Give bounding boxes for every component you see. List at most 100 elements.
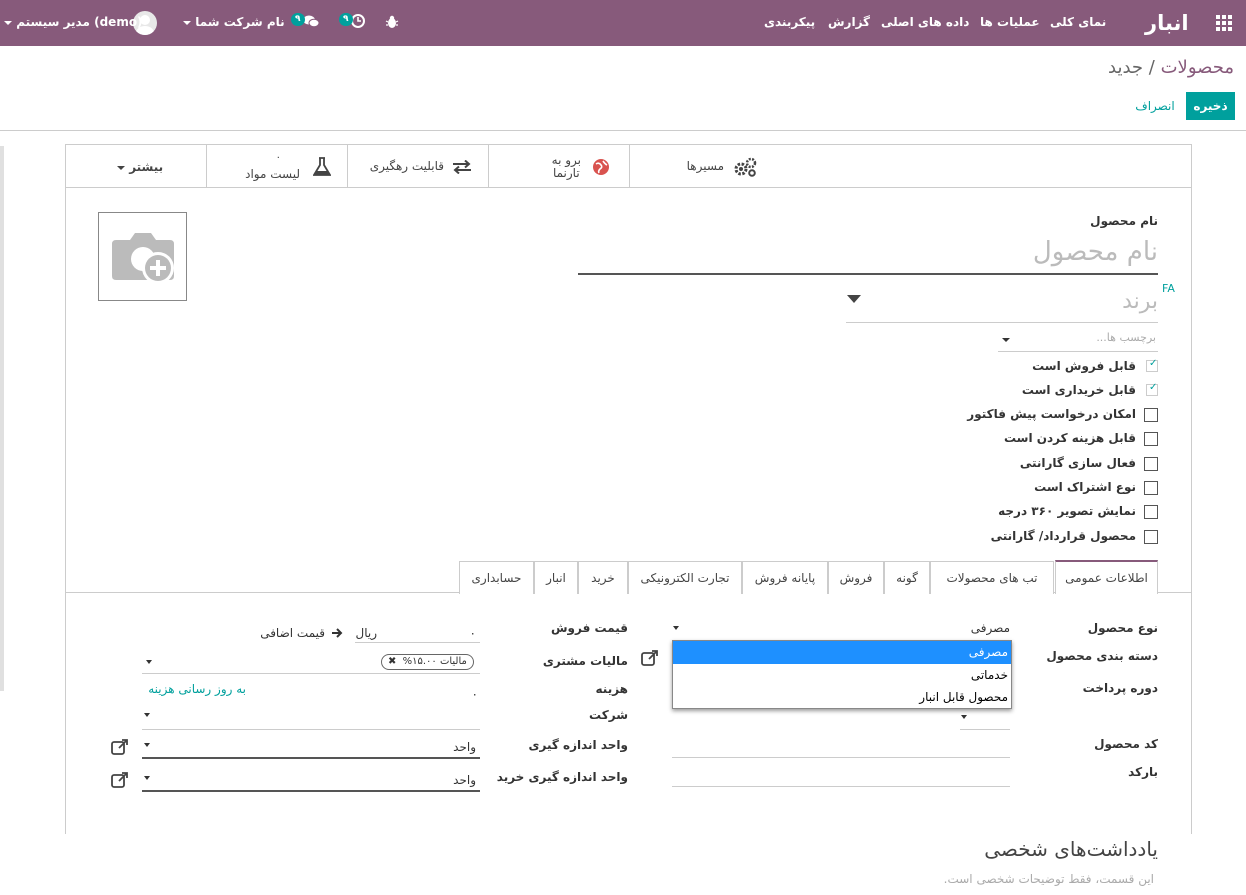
apps-icon[interactable]	[1216, 15, 1232, 31]
product-type-label: نوع محصول	[1087, 621, 1158, 635]
activity-badge: ۹	[339, 13, 353, 26]
external-link-icon[interactable]	[641, 650, 659, 666]
checkbox-purchase-ok[interactable]	[1146, 382, 1158, 396]
more-label: بیشتر	[129, 160, 164, 174]
menu-configuration[interactable]: پیکربندی	[764, 0, 815, 46]
tab-purchase[interactable]: خرید	[578, 561, 628, 594]
tab-inventory[interactable]: انبار	[534, 561, 578, 594]
taxes-underline	[142, 673, 480, 674]
checkbox-subscription[interactable]	[1144, 481, 1158, 495]
more-button[interactable]: بیشتر	[66, 145, 206, 188]
tab-variants[interactable]: گونه	[884, 561, 930, 594]
purchase-uom-value[interactable]: واحد	[453, 773, 476, 787]
uom-dropdown-icon[interactable]	[144, 743, 150, 747]
category-label: دسته بندی محصول	[1046, 649, 1158, 663]
purchase-uom-dropdown-icon[interactable]	[144, 776, 150, 780]
uom-value[interactable]: واحد	[453, 740, 476, 754]
menu-operations[interactable]: عملیات ها	[980, 0, 1040, 46]
tax-tag[interactable]: مالیات ۱۵.۰۰% ✖	[381, 654, 474, 670]
user-menu[interactable]: مدیر سیستم (demo)	[4, 0, 143, 46]
scroll-edge	[0, 146, 4, 691]
company-select[interactable]	[142, 729, 480, 730]
product-image[interactable]	[98, 212, 187, 301]
brand-dropdown-icon[interactable]	[847, 295, 861, 303]
update-cost-link[interactable]: به روز رسانی هزینه	[148, 682, 246, 696]
product-name-input[interactable]: نام محصول	[578, 234, 1158, 274]
taxes-dropdown-icon[interactable]	[146, 660, 152, 664]
tags-underline	[998, 351, 1158, 352]
tags-input[interactable]: برچسب ها...	[998, 331, 1156, 349]
checkbox-label-quotation: امکان درخواست پیش فاکتور	[967, 407, 1136, 421]
product-type-value[interactable]: مصرفی	[971, 621, 1010, 635]
menu-overview[interactable]: نمای کلی	[1050, 0, 1106, 46]
brand-underline	[846, 322, 1158, 323]
checkbox-360-image[interactable]	[1144, 505, 1158, 519]
tab-pos[interactable]: پایانه فروش	[742, 561, 828, 594]
sale-price-value[interactable]: ۰	[470, 626, 476, 640]
checkbox-label-purchase-ok: قابل خریداری است	[1021, 383, 1136, 397]
brand-select[interactable]: برند	[846, 285, 1158, 321]
option-consumable[interactable]: مصرفی	[673, 641, 1011, 664]
globe-icon	[592, 158, 610, 176]
discard-button[interactable]: انصراف	[1130, 92, 1180, 120]
company-switcher[interactable]: نام شرکت شما	[183, 0, 285, 46]
company-label: شرکت	[589, 708, 628, 722]
save-button[interactable]: ذخیره	[1186, 92, 1235, 120]
website-button[interactable]: برو به تارنما	[488, 145, 629, 188]
payment-term-dropdown-icon[interactable]	[961, 715, 967, 719]
barcode-label: بارکد	[1128, 765, 1158, 779]
tab-ecommerce[interactable]: تجارت الکترونیکی	[628, 561, 742, 594]
tab-product-tabs[interactable]: تب های محصولات	[930, 561, 1054, 594]
company-name: نام شرکت شما	[195, 15, 285, 29]
routes-label: مسیرها	[686, 159, 724, 173]
payment-term-label: دوره پرداخت	[1082, 681, 1158, 695]
app-brand[interactable]: انبار	[1145, 0, 1189, 46]
arrow-right-icon	[331, 627, 343, 639]
bom-button[interactable]: ۰ لیست مواد	[206, 145, 347, 188]
breadcrumb-parent[interactable]: محصولات	[1161, 57, 1234, 78]
product-code-input[interactable]	[672, 757, 1010, 758]
option-storable[interactable]: محصول قابل انبار	[673, 686, 1011, 709]
checkbox-sale-ok[interactable]	[1146, 358, 1158, 372]
bom-count: ۰	[275, 152, 281, 163]
checkbox-contract[interactable]	[1144, 530, 1158, 544]
tab-general-info[interactable]: اطلاعات عمومی	[1055, 560, 1158, 594]
notes-title: یادداشت‌های شخصی	[984, 837, 1158, 861]
currency-label: ریال	[355, 626, 377, 640]
external-link-icon[interactable]	[111, 772, 129, 788]
top-navbar: انبار نمای کلی عملیات ها داده های اصلی گ…	[0, 0, 1246, 46]
product-name-underline	[578, 273, 1158, 275]
stat-button-bar: برو به تارنما قابلیت رهگیری ۰ لیست مواد …	[66, 145, 1191, 188]
checkbox-expensable[interactable]	[1144, 432, 1158, 446]
bug-icon[interactable]	[385, 15, 399, 29]
exchange-icon	[451, 159, 473, 175]
option-service[interactable]: خدماتی	[673, 664, 1011, 687]
user-name: مدیر سیستم (demo)	[16, 15, 143, 29]
routes-button[interactable]: مسیرها	[629, 145, 770, 188]
barcode-input[interactable]	[672, 786, 1010, 787]
language-toggle[interactable]: FA	[1162, 282, 1175, 295]
external-link-icon[interactable]	[111, 739, 129, 755]
close-icon[interactable]: ✖	[388, 656, 396, 667]
cost-value[interactable]: ۰	[472, 687, 478, 701]
uom-underline	[142, 757, 480, 759]
product-type-dropdown-icon[interactable]	[673, 626, 679, 630]
extra-price-button[interactable]: قیمت اضافی	[260, 626, 325, 640]
purchase-uom-label: واحد اندازه گیری خرید	[496, 770, 628, 784]
company-dropdown-icon[interactable]	[144, 713, 150, 717]
tab-sales[interactable]: فروش	[828, 561, 884, 594]
sale-price-label: قیمت فروش	[550, 621, 628, 635]
camera-plus-icon	[112, 233, 174, 284]
checkbox-warranty[interactable]	[1144, 457, 1158, 471]
traceability-button[interactable]: قابلیت رهگیری	[347, 145, 488, 188]
checkbox-quotation[interactable]	[1144, 408, 1158, 422]
notes-input[interactable]: این قسمت، فقط توضیحات شخصی است.	[944, 872, 1154, 886]
breadcrumb: محصولات / جدید	[1108, 57, 1234, 78]
tax-tag-label: مالیات ۱۵.۰۰%	[402, 656, 467, 667]
checkbox-label-subscription: نوع اشتراک است	[1034, 480, 1136, 494]
menu-reporting[interactable]: گزارش	[828, 0, 870, 46]
tags-dropdown-icon[interactable]	[1002, 338, 1010, 342]
tab-accounting[interactable]: حسابداری	[459, 561, 534, 594]
chat-icon[interactable]	[302, 13, 320, 29]
menu-master-data[interactable]: داده های اصلی	[881, 0, 969, 46]
